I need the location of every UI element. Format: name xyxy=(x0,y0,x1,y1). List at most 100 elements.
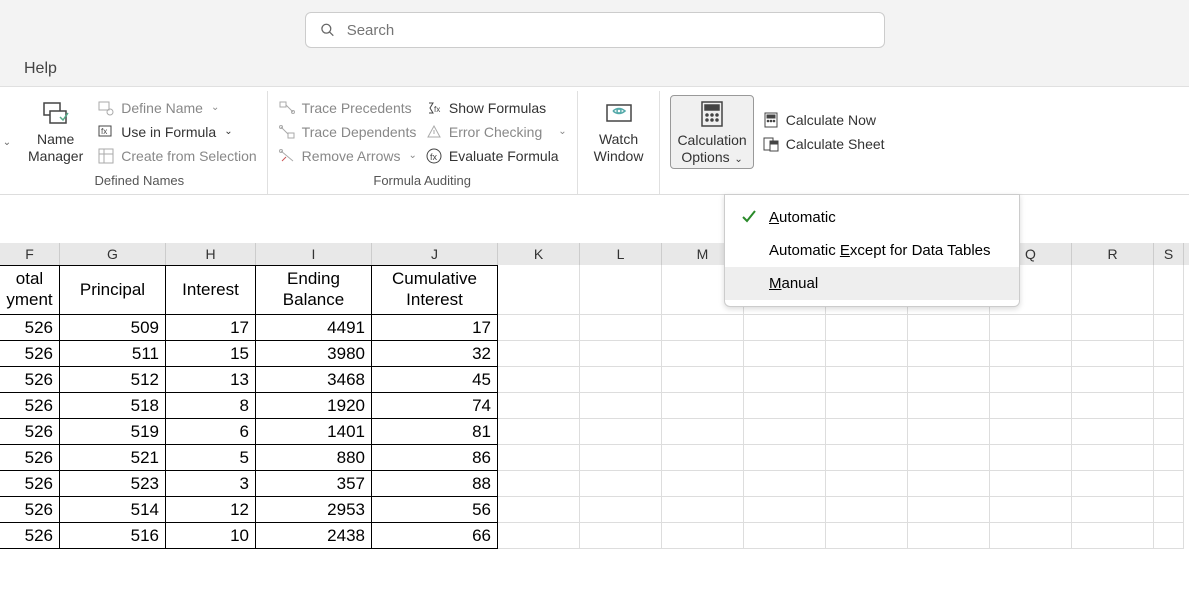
table-cell[interactable]: 3468 xyxy=(256,367,372,393)
menu-item-automatic[interactable]: Automatic xyxy=(725,201,1019,234)
ribbon-chevron-icon[interactable]: ⌄ xyxy=(0,91,12,194)
ribbon: ⌄ Name Manager Define Name ⌄ fx Use in F… xyxy=(0,87,1189,195)
table-cell[interactable]: 518 xyxy=(60,393,166,419)
svg-text:fx: fx xyxy=(434,105,440,114)
search-box[interactable] xyxy=(305,12,885,48)
name-manager-button[interactable]: Name Manager xyxy=(22,95,89,169)
column-header[interactable]: J xyxy=(372,243,498,265)
table-row: 5265188192074 xyxy=(0,393,1189,419)
table-cell[interactable]: 56 xyxy=(372,497,498,523)
column-header[interactable]: K xyxy=(498,243,580,265)
table-header: Principal xyxy=(60,265,166,315)
table-cell[interactable]: 511 xyxy=(60,341,166,367)
table-cell[interactable]: 86 xyxy=(372,445,498,471)
table-cell[interactable]: 526 xyxy=(0,445,60,471)
column-header[interactable]: G xyxy=(60,243,166,265)
table-cell[interactable]: 12 xyxy=(166,497,256,523)
calculation-options-button[interactable]: Calculation Options ⌄ xyxy=(670,95,753,169)
calculate-now-button[interactable]: Calculate Now xyxy=(762,111,885,129)
watch-window-button[interactable]: Watch Window xyxy=(588,95,650,169)
create-from-selection-button[interactable]: Create from Selection xyxy=(97,147,256,165)
use-in-formula-button[interactable]: fx Use in Formula ⌄ xyxy=(97,123,256,141)
table-cell[interactable]: 1920 xyxy=(256,393,372,419)
table-row: 526523335788 xyxy=(0,471,1189,497)
table-cell[interactable]: 357 xyxy=(256,471,372,497)
define-name-label: Define Name xyxy=(121,100,203,116)
name-manager-icon xyxy=(40,97,72,129)
table-cell[interactable]: 509 xyxy=(60,315,166,341)
table-cell[interactable]: 526 xyxy=(0,393,60,419)
column-header[interactable]: S xyxy=(1154,243,1184,265)
table-cell[interactable]: 3980 xyxy=(256,341,372,367)
trace-dependents-button[interactable]: Trace Dependents xyxy=(278,123,417,141)
table-cell[interactable]: 3 xyxy=(166,471,256,497)
table-cell[interactable]: 514 xyxy=(60,497,166,523)
table-cell[interactable]: 521 xyxy=(60,445,166,471)
table-cell[interactable]: 512 xyxy=(60,367,166,393)
define-name-button[interactable]: Define Name ⌄ xyxy=(97,99,256,117)
column-header[interactable]: L xyxy=(580,243,662,265)
trace-dependents-label: Trace Dependents xyxy=(302,124,417,140)
table-cell[interactable]: 10 xyxy=(166,523,256,549)
tab-help[interactable]: Help xyxy=(24,60,57,77)
table-cell[interactable]: 523 xyxy=(60,471,166,497)
table-cell[interactable]: 526 xyxy=(0,497,60,523)
table-cell[interactable]: 526 xyxy=(0,315,60,341)
evaluate-formula-button[interactable]: fx Evaluate Formula xyxy=(425,147,567,165)
table-cell[interactable]: 17 xyxy=(166,315,256,341)
table-cell[interactable]: 66 xyxy=(372,523,498,549)
table-cell[interactable]: 526 xyxy=(0,471,60,497)
table-cell[interactable]: 526 xyxy=(0,367,60,393)
create-from-selection-icon xyxy=(97,147,115,165)
table-cell[interactable]: 880 xyxy=(256,445,372,471)
table-cell[interactable]: 8 xyxy=(166,393,256,419)
table-cell[interactable]: 32 xyxy=(372,341,498,367)
menu-item-label: Automatic xyxy=(769,209,836,226)
table-cell[interactable]: 17 xyxy=(372,315,498,341)
column-header[interactable]: H xyxy=(166,243,256,265)
table-cell[interactable]: 2953 xyxy=(256,497,372,523)
table-row: 52651213346845 xyxy=(0,367,1189,393)
table-cell[interactable]: 13 xyxy=(166,367,256,393)
error-checking-label: Error Checking xyxy=(449,124,542,140)
remove-arrows-button[interactable]: Remove Arrows ⌄ xyxy=(278,147,417,165)
table-cell[interactable]: 4491 xyxy=(256,315,372,341)
menu-item-auto-except[interactable]: Automatic Except for Data Tables xyxy=(725,234,1019,267)
column-header[interactable]: R xyxy=(1072,243,1154,265)
search-icon xyxy=(320,22,335,38)
column-header[interactable]: F xyxy=(0,243,60,265)
table-cell[interactable]: 81 xyxy=(372,419,498,445)
error-checking-button[interactable]: Error Checking ⌄ xyxy=(425,123,567,141)
calculation-options-label: Calculation Options ⌄ xyxy=(677,132,746,166)
table-header: Ending Balance xyxy=(256,265,372,315)
table-cell[interactable]: 526 xyxy=(0,341,60,367)
table-row: 52651610243866 xyxy=(0,523,1189,549)
menu-item-manual[interactable]: Manual xyxy=(725,267,1019,300)
table-header: Interest xyxy=(166,265,256,315)
table-cell[interactable]: 74 xyxy=(372,393,498,419)
table-cell[interactable]: 2438 xyxy=(256,523,372,549)
use-in-formula-icon: fx xyxy=(97,123,115,141)
evaluate-formula-icon: fx xyxy=(425,147,443,165)
table-cell[interactable]: 88 xyxy=(372,471,498,497)
remove-arrows-icon xyxy=(278,147,296,165)
table-cell[interactable]: 526 xyxy=(0,523,60,549)
table-cell[interactable]: 5 xyxy=(166,445,256,471)
table-cell[interactable]: 15 xyxy=(166,341,256,367)
table-cell[interactable]: 1401 xyxy=(256,419,372,445)
show-formulas-button[interactable]: fx Show Formulas xyxy=(425,99,567,117)
table-cell[interactable]: 519 xyxy=(60,419,166,445)
svg-text:fx: fx xyxy=(101,127,107,136)
table-cell[interactable]: 516 xyxy=(60,523,166,549)
search-input[interactable] xyxy=(347,22,870,39)
table-cell[interactable]: 526 xyxy=(0,419,60,445)
column-header[interactable]: I xyxy=(256,243,372,265)
trace-precedents-button[interactable]: Trace Precedents xyxy=(278,99,417,117)
table-cell[interactable]: 45 xyxy=(372,367,498,393)
trace-dependents-icon xyxy=(278,123,296,141)
calculation-options-icon xyxy=(696,98,728,130)
table-cell[interactable]: 6 xyxy=(166,419,256,445)
menu-item-label: Automatic Except for Data Tables xyxy=(769,242,991,259)
calculate-sheet-button[interactable]: Calculate Sheet xyxy=(762,135,885,153)
calculate-now-label: Calculate Now xyxy=(786,112,876,128)
